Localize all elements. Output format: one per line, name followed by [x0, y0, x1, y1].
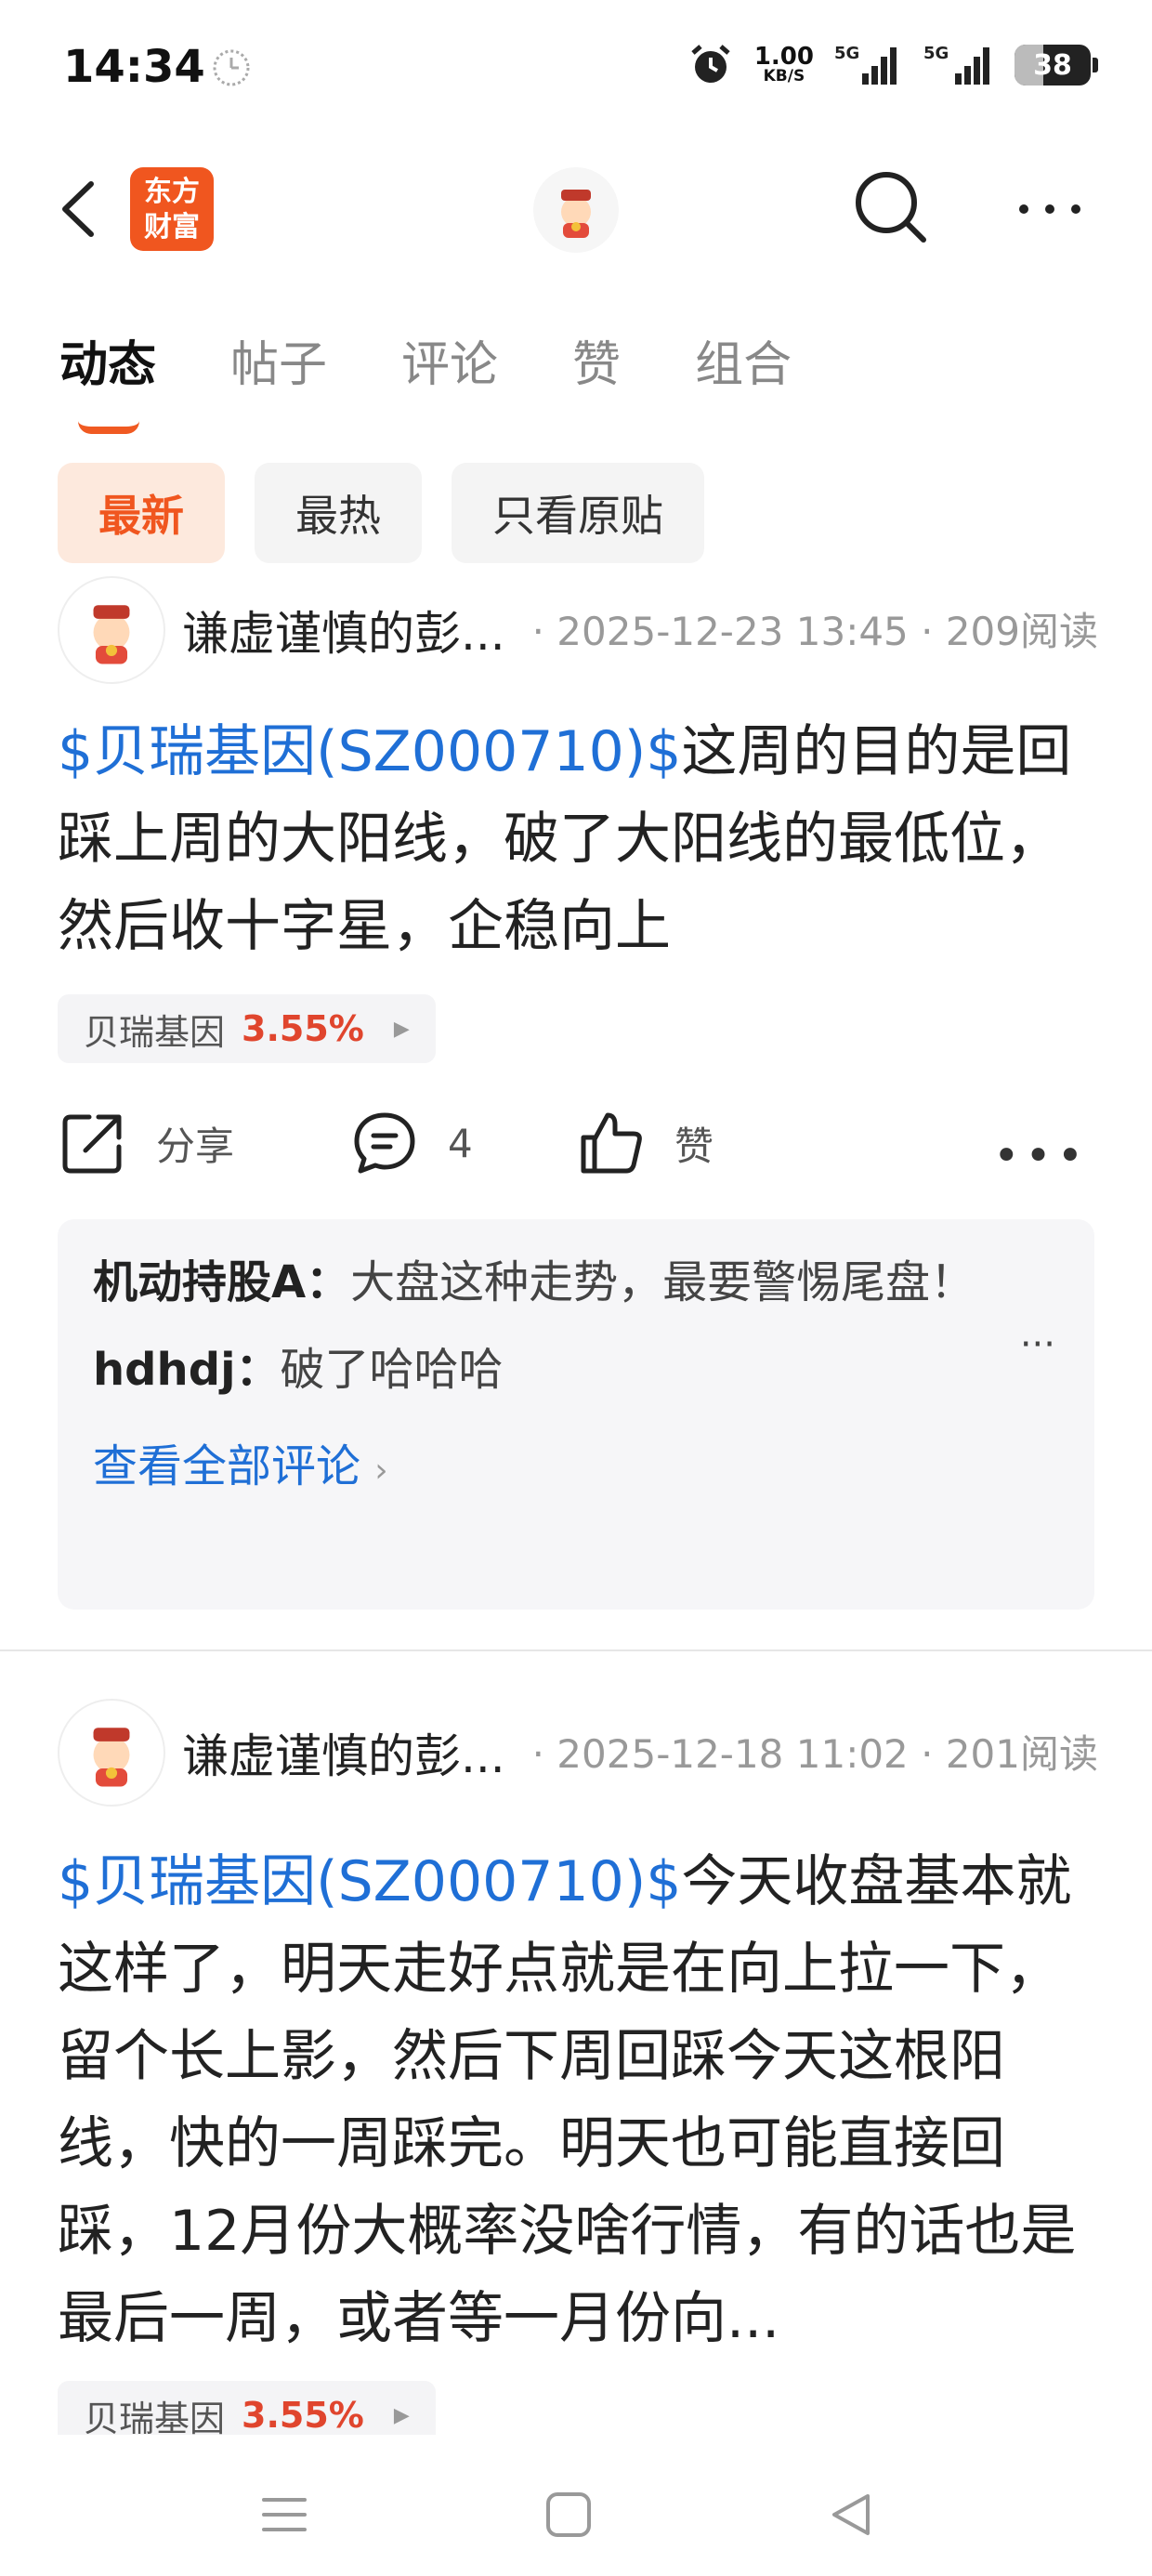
comment-item[interactable]: 机动持股A：大盘这种走势，最要警惕尾盘！: [93, 1247, 1003, 1318]
stock-quote-chip[interactable]: 贝瑞基因 3.55% ▶: [58, 994, 436, 1063]
comment-item[interactable]: hdhdj：破了哈哈哈: [93, 1334, 1059, 1405]
status-bar: 14:34 1.00 KB/S 5G 5G 38: [0, 0, 1152, 139]
thumbs-up-icon: [581, 1112, 642, 1174]
play-arrow-icon: ▶: [393, 1017, 410, 1041]
back-triangle-icon[interactable]: [823, 2487, 879, 2543]
post-content[interactable]: $贝瑞基因(SZ000710)$今天收盘基本就这样了，明天走好点就是在向上拉一下…: [58, 1838, 1098, 2362]
eastmoney-logo[interactable]: 东方 财富: [130, 167, 214, 251]
stock-tag-link[interactable]: $贝瑞基因(SZ000710)$: [58, 1849, 681, 1914]
signal-5g-icon-2: 5G: [923, 44, 989, 85]
like-button[interactable]: 赞: [576, 1108, 713, 1178]
filter-hottest[interactable]: 最热: [255, 463, 422, 563]
home-icon[interactable]: [541, 2487, 596, 2543]
author-name[interactable]: 谦虚谨慎的彭...: [182, 597, 505, 664]
active-tab-indicator: [78, 421, 139, 434]
alarm-icon: [691, 45, 730, 83]
menu-icon[interactable]: [256, 2487, 312, 2543]
comment-preview-box[interactable]: 机动持股A：大盘这种走势，最要警惕尾盘！ ··· hdhdj：破了哈哈哈 查看全…: [58, 1219, 1094, 1610]
post-content[interactable]: $贝瑞基因(SZ000710)$这周的目的是回踩上周的大阳线，破了大阳线的最低位…: [58, 708, 1098, 970]
comment-icon: [354, 1112, 415, 1174]
filter-latest[interactable]: 最新: [58, 463, 225, 563]
back-arrow-icon[interactable]: [48, 177, 113, 242]
more-options-icon[interactable]: [1013, 186, 1087, 232]
comment-more-icon[interactable]: ···: [1020, 1323, 1055, 1366]
comment-button[interactable]: 4: [349, 1108, 473, 1178]
post-divider: [0, 1649, 1152, 1651]
profile-tabs: 动态 帖子 评论 赞 组合: [59, 325, 866, 434]
play-arrow-icon: ▶: [393, 2403, 410, 2427]
post-header: 谦虚谨慎的彭... · 2025-12-23 13:45 · 209阅读: [58, 576, 1098, 684]
user-avatar[interactable]: [533, 167, 619, 253]
svg-text:5G: 5G: [923, 44, 949, 63]
author-avatar[interactable]: [58, 576, 165, 684]
tab-comments[interactable]: 评论: [401, 325, 498, 395]
post-header: 谦虚谨慎的彭... · 2025-12-18 11:02 · 201阅读: [58, 1699, 1098, 1807]
chevron-right-icon: ›: [374, 1452, 388, 1490]
status-time: 14:34: [63, 41, 205, 93]
tab-likes[interactable]: 赞: [572, 325, 621, 395]
post-more-icon[interactable]: •••: [993, 1130, 1089, 1182]
system-navigation-bar: [0, 2435, 1152, 2576]
post-actions: 分享 4 赞 •••: [58, 1108, 1098, 1191]
caishen-avatar-icon: [93, 1728, 130, 1787]
filter-chips: 最新 最热 只看原贴: [58, 463, 704, 563]
share-button[interactable]: 分享: [58, 1108, 234, 1178]
signal-5g-icon: 5G: [834, 44, 897, 85]
filter-original-only[interactable]: 只看原贴: [452, 463, 704, 563]
author-name[interactable]: 谦虚谨慎的彭...: [182, 1719, 505, 1786]
view-all-comments-link[interactable]: 查看全部评论 ›: [93, 1429, 1059, 1494]
author-avatar[interactable]: [58, 1699, 165, 1807]
network-speed: 1.00 KB/S: [753, 43, 814, 85]
stock-tag-link[interactable]: $贝瑞基因(SZ000710)$: [58, 719, 681, 784]
share-icon: [62, 1114, 122, 1174]
caishen-avatar-icon: [561, 190, 591, 238]
battery-indicator: 38: [1015, 45, 1098, 85]
post-meta: · 2025-12-18 11:02 · 201阅读: [531, 1731, 1098, 1777]
tab-dynamic[interactable]: 动态: [59, 325, 156, 434]
svg-text:5G: 5G: [834, 44, 859, 63]
search-icon[interactable]: [849, 165, 933, 249]
post-meta: · 2025-12-23 13:45 · 209阅读: [531, 609, 1098, 654]
clock-icon: [213, 49, 250, 86]
caishen-avatar-icon: [93, 605, 130, 664]
tab-portfolio[interactable]: 组合: [695, 325, 792, 395]
tab-posts[interactable]: 帖子: [230, 325, 327, 395]
